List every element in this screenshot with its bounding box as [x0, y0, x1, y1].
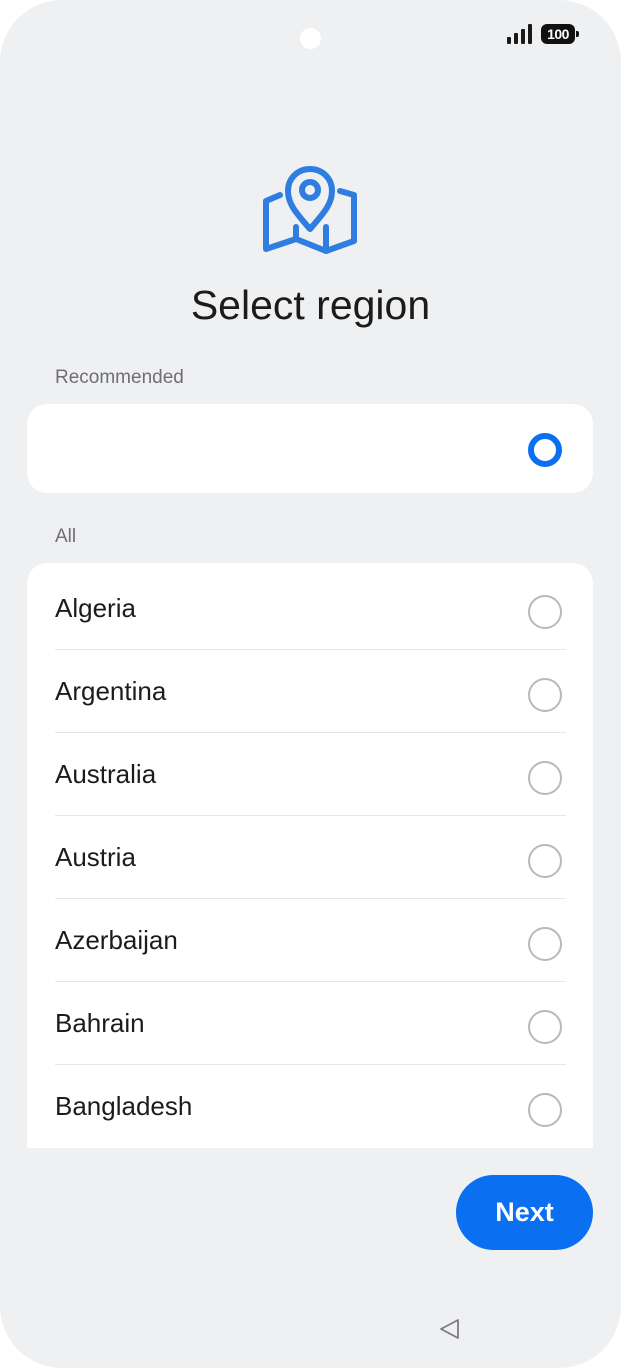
- status-bar: 100: [507, 24, 579, 44]
- battery-level: 100: [547, 26, 569, 42]
- region-item-bangladesh[interactable]: Bangladesh: [27, 1065, 593, 1148]
- region-radio-button[interactable]: [528, 844, 562, 878]
- region-label: Algeria: [55, 593, 136, 623]
- region-radio-button[interactable]: [528, 1093, 562, 1127]
- battery-icon: 100: [541, 24, 579, 44]
- signal-icon: [507, 24, 532, 44]
- region-label: Austria: [55, 842, 136, 872]
- phone-screen: 100 Select region Recommended All Algeri…: [0, 0, 621, 1368]
- region-item-australia[interactable]: Australia: [27, 733, 593, 816]
- region-item-argentina[interactable]: Argentina: [27, 650, 593, 733]
- region-item-bahrain[interactable]: Bahrain: [27, 982, 593, 1065]
- region-list[interactable]: Algeria Argentina Australia Austria Azer…: [27, 563, 593, 1148]
- page-title: Select region: [190, 282, 431, 328]
- map-pin-icon: [263, 166, 357, 254]
- recommended-radio-button[interactable]: [528, 433, 562, 467]
- region-radio-button[interactable]: [528, 595, 562, 629]
- back-icon[interactable]: [438, 1317, 462, 1341]
- region-label: Australia: [55, 759, 157, 789]
- region-label: Azerbaijan: [55, 925, 178, 955]
- region-radio-button[interactable]: [528, 1010, 562, 1044]
- next-button[interactable]: Next: [456, 1175, 593, 1250]
- camera-cutout: [300, 28, 321, 49]
- all-section-label: All: [55, 526, 77, 547]
- region-item-azerbaijan[interactable]: Azerbaijan: [27, 899, 593, 982]
- region-item-austria[interactable]: Austria: [27, 816, 593, 899]
- region-label: Bangladesh: [55, 1091, 193, 1121]
- region-label: Bahrain: [55, 1008, 145, 1038]
- region-radio-button[interactable]: [528, 761, 562, 795]
- region-item-algeria[interactable]: Algeria: [27, 567, 593, 650]
- region-label: Argentina: [55, 676, 167, 706]
- region-radio-button[interactable]: [528, 927, 562, 961]
- recommended-section-label: Recommended: [55, 367, 184, 388]
- region-radio-button[interactable]: [528, 678, 562, 712]
- recommended-region-option[interactable]: [27, 404, 593, 493]
